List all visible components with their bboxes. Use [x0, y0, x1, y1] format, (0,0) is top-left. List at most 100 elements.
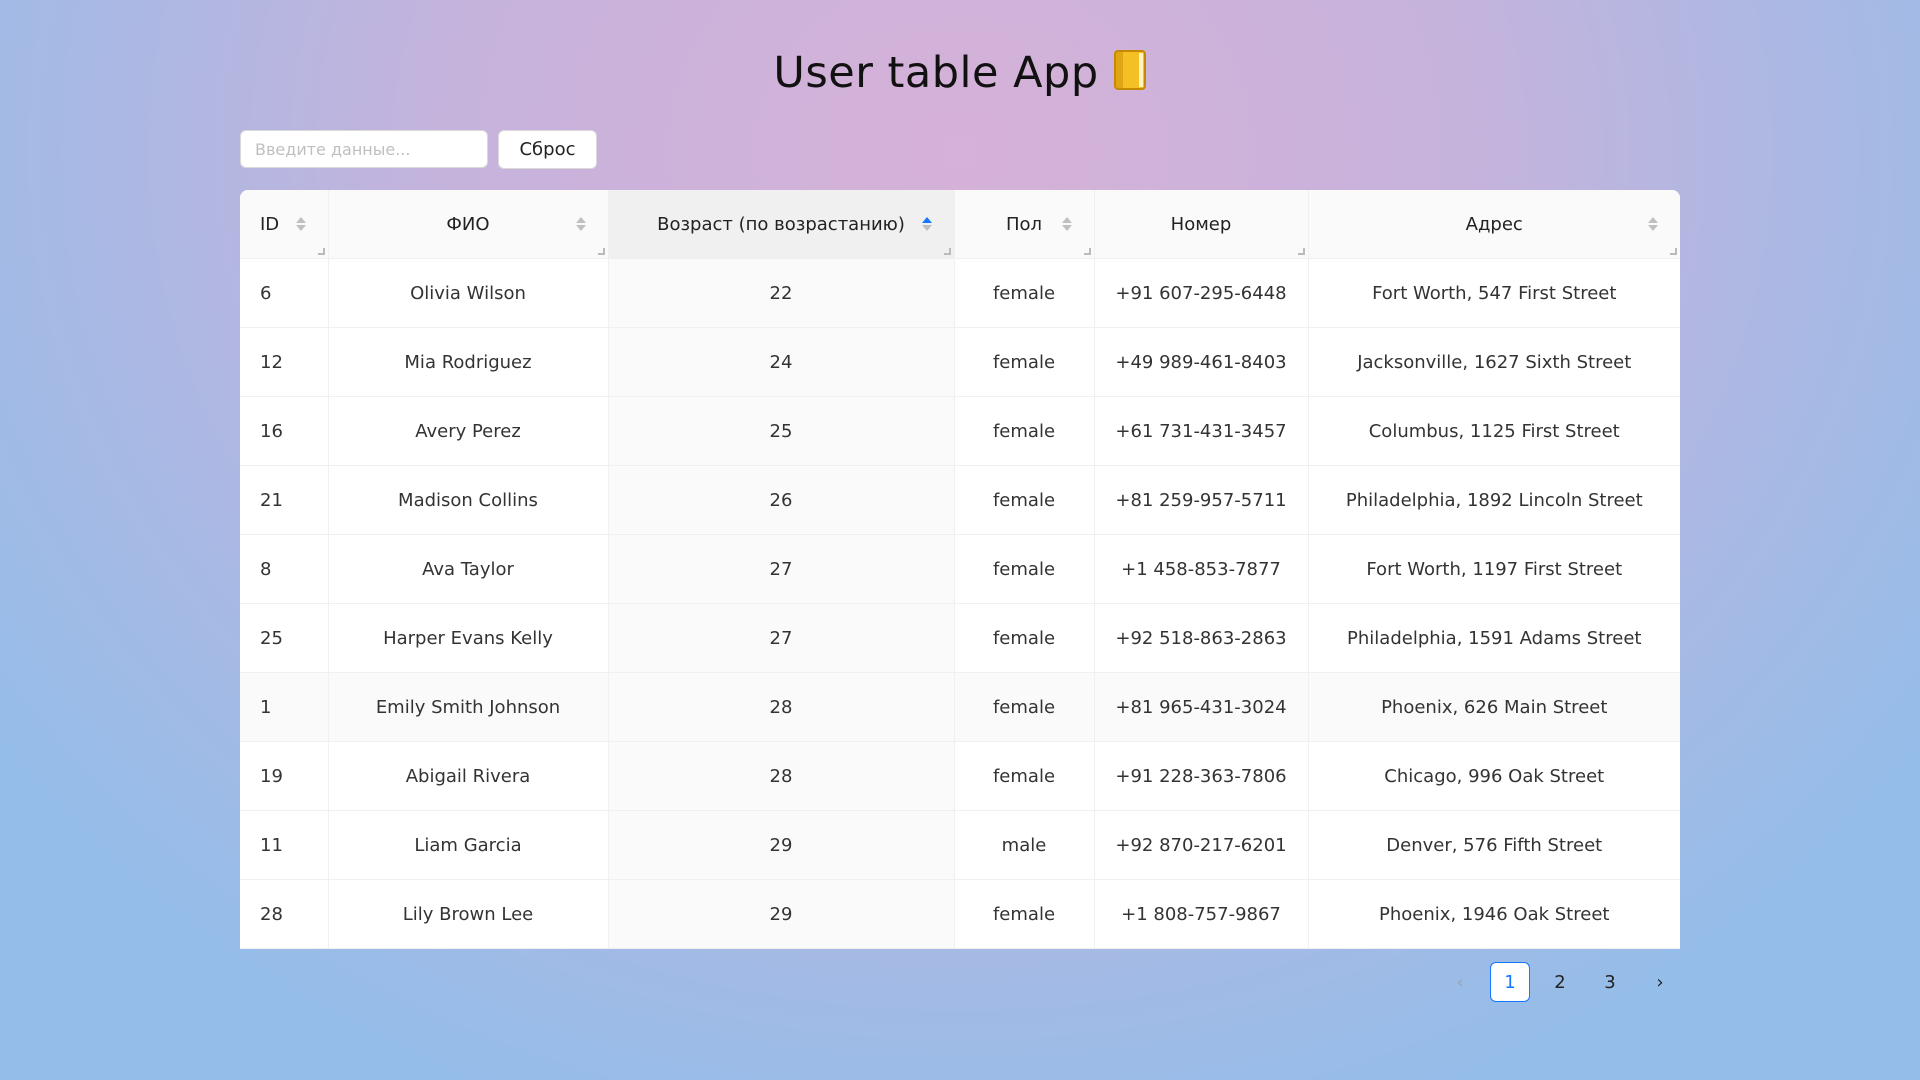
cell-fio: Abigail Rivera: [327, 741, 608, 811]
cell-phone: +81 259-957-5711: [1093, 465, 1308, 535]
column-header-inner: Номер: [1095, 190, 1308, 258]
column-header-label: ID: [260, 213, 280, 235]
column-header-inner: Адрес: [1309, 190, 1681, 258]
column-header-inner: ФИО: [329, 190, 608, 258]
cell-address: Phoenix, 626 Main Street: [1307, 672, 1680, 742]
cell-age: 28: [607, 741, 954, 811]
table-row[interactable]: 11 Liam Garcia 29 male +92 870-217-6201 Denve…: [240, 810, 1680, 880]
cell-fio: Lily Brown Lee: [327, 879, 608, 949]
table-row[interactable]: 6 Olivia Wilson 22 female +91 607-295-6448 Fo…: [240, 258, 1680, 328]
table-row[interactable]: 1 Emily Smith Johnson 28 female +81 965-431-…: [240, 672, 1680, 742]
cell-address: Chicago, 996 Oak Street: [1307, 741, 1680, 811]
column-resize-handle[interactable]: [1670, 248, 1677, 255]
caret-up-icon: [575, 217, 586, 223]
column-resize-handle[interactable]: [1083, 248, 1091, 255]
sort-caret-icon[interactable]: [1061, 217, 1072, 231]
column-header-age[interactable]: Возраст (по возрастанию): [607, 190, 954, 259]
column-header-label: ФИО: [446, 213, 490, 235]
table-row[interactable]: 28 Lily Brown Lee 29 female +1 808-757-9867 P…: [240, 879, 1680, 949]
cell-fio: Mia Rodriguez: [327, 327, 608, 397]
cell-age: 28: [607, 672, 954, 742]
caret-down-icon: [921, 225, 932, 231]
column-resize-handle[interactable]: [943, 248, 951, 255]
table-row[interactable]: 25 Harper Evans Kelly 27 female +92 518-863-…: [240, 603, 1680, 673]
cell-id: 16: [240, 396, 328, 466]
cell-phone: +49 989-461-8403: [1093, 327, 1308, 397]
cell-age: 24: [607, 327, 954, 397]
pagination: ‹ 123 ›: [1440, 962, 1680, 1002]
table-row[interactable]: 21 Madison Collins 26 female +81 259-957-571…: [240, 465, 1680, 535]
column-header-gender[interactable]: Пол: [953, 190, 1094, 259]
table-body: 6 Olivia Wilson 22 female +91 607-295-6448 Fo…: [240, 258, 1680, 949]
table-row[interactable]: 8 Ava Taylor 27 female +1 458-853-7877 Fort W…: [240, 534, 1680, 604]
column-header-inner: Пол: [955, 190, 1094, 258]
caret-down-icon: [1061, 225, 1072, 231]
caret-down-icon: [575, 225, 586, 231]
page-2-button[interactable]: 2: [1540, 962, 1580, 1002]
table-row[interactable]: 19 Abigail Rivera 28 female +91 228-363-7806…: [240, 741, 1680, 811]
cell-age: 25: [607, 396, 954, 466]
cell-address: Phoenix, 1946 Oak Street: [1307, 879, 1680, 949]
cell-fio: Emily Smith Johnson: [327, 672, 608, 742]
cell-age: 29: [607, 879, 954, 949]
cell-id: 28: [240, 879, 328, 949]
caret-down-icon: [1648, 225, 1658, 231]
caret-up-icon: [295, 217, 306, 223]
cell-id: 8: [240, 534, 328, 604]
column-resize-handle[interactable]: [317, 248, 325, 255]
column-header-id[interactable]: ID: [240, 190, 328, 259]
cell-fio: Avery Perez: [327, 396, 608, 466]
column-header-label: Пол: [1005, 213, 1043, 235]
sort-caret-icon[interactable]: [921, 217, 932, 231]
cell-gender: female: [953, 672, 1094, 742]
search-input[interactable]: [240, 130, 488, 168]
notebook-icon: [1113, 49, 1147, 91]
cell-phone: +1 458-853-7877: [1093, 534, 1308, 604]
table-header-row: ID ФИО Возраст (по возрастанию) Пол Номер Адр…: [240, 190, 1680, 259]
column-resize-handle[interactable]: [1297, 248, 1305, 255]
sort-caret-icon[interactable]: [295, 217, 306, 231]
cell-address: Denver, 576 Fifth Street: [1307, 810, 1680, 880]
prev-page-button[interactable]: ‹: [1440, 962, 1480, 1002]
column-header-inner: ID: [240, 190, 328, 258]
cell-phone: +91 228-363-7806: [1093, 741, 1308, 811]
column-header-label: Адрес: [1465, 213, 1523, 235]
page-1-button[interactable]: 1: [1490, 962, 1530, 1002]
column-header-inner: Возраст (по возрастанию): [609, 190, 954, 258]
cell-age: 26: [607, 465, 954, 535]
cell-fio: Madison Collins: [327, 465, 608, 535]
cell-age: 27: [607, 534, 954, 604]
caret-up-icon: [1648, 217, 1658, 223]
cell-phone: +92 518-863-2863: [1093, 603, 1308, 673]
cell-address: Fort Worth, 547 First Street: [1307, 258, 1680, 328]
cell-id: 12: [240, 327, 328, 397]
table-row[interactable]: 12 Mia Rodriguez 24 female +49 989-461-8403 J…: [240, 327, 1680, 397]
cell-age: 27: [607, 603, 954, 673]
cell-age: 22: [607, 258, 954, 328]
page-list: 123: [1490, 962, 1630, 1002]
cell-gender: female: [953, 879, 1094, 949]
column-header-fio[interactable]: ФИО: [327, 190, 608, 259]
column-header-phone: Номер: [1093, 190, 1308, 259]
column-resize-handle[interactable]: [597, 248, 605, 255]
caret-down-icon: [295, 225, 306, 231]
next-page-button[interactable]: ›: [1640, 962, 1680, 1002]
sort-caret-icon[interactable]: [575, 217, 586, 231]
cell-id: 11: [240, 810, 328, 880]
column-header-address[interactable]: Адрес: [1307, 190, 1681, 259]
cell-gender: female: [953, 603, 1094, 673]
user-table: ID ФИО Возраст (по возрастанию) Пол Номер Адр…: [240, 190, 1680, 949]
cell-fio: Harper Evans Kelly: [327, 603, 608, 673]
cell-id: 21: [240, 465, 328, 535]
cell-fio: Olivia Wilson: [327, 258, 608, 328]
cell-gender: female: [953, 534, 1094, 604]
table-row[interactable]: 16 Avery Perez 25 female +61 731-431-3457 Col…: [240, 396, 1680, 466]
page-3-button[interactable]: 3: [1590, 962, 1630, 1002]
cell-phone: +61 731-431-3457: [1093, 396, 1308, 466]
cell-gender: female: [953, 258, 1094, 328]
sort-caret-icon[interactable]: [1648, 217, 1658, 231]
cell-phone: +91 607-295-6448: [1093, 258, 1308, 328]
cell-phone: +92 870-217-6201: [1093, 810, 1308, 880]
cell-address: Philadelphia, 1892 Lincoln Street: [1307, 465, 1680, 535]
reset-button[interactable]: Сброс: [498, 130, 597, 169]
